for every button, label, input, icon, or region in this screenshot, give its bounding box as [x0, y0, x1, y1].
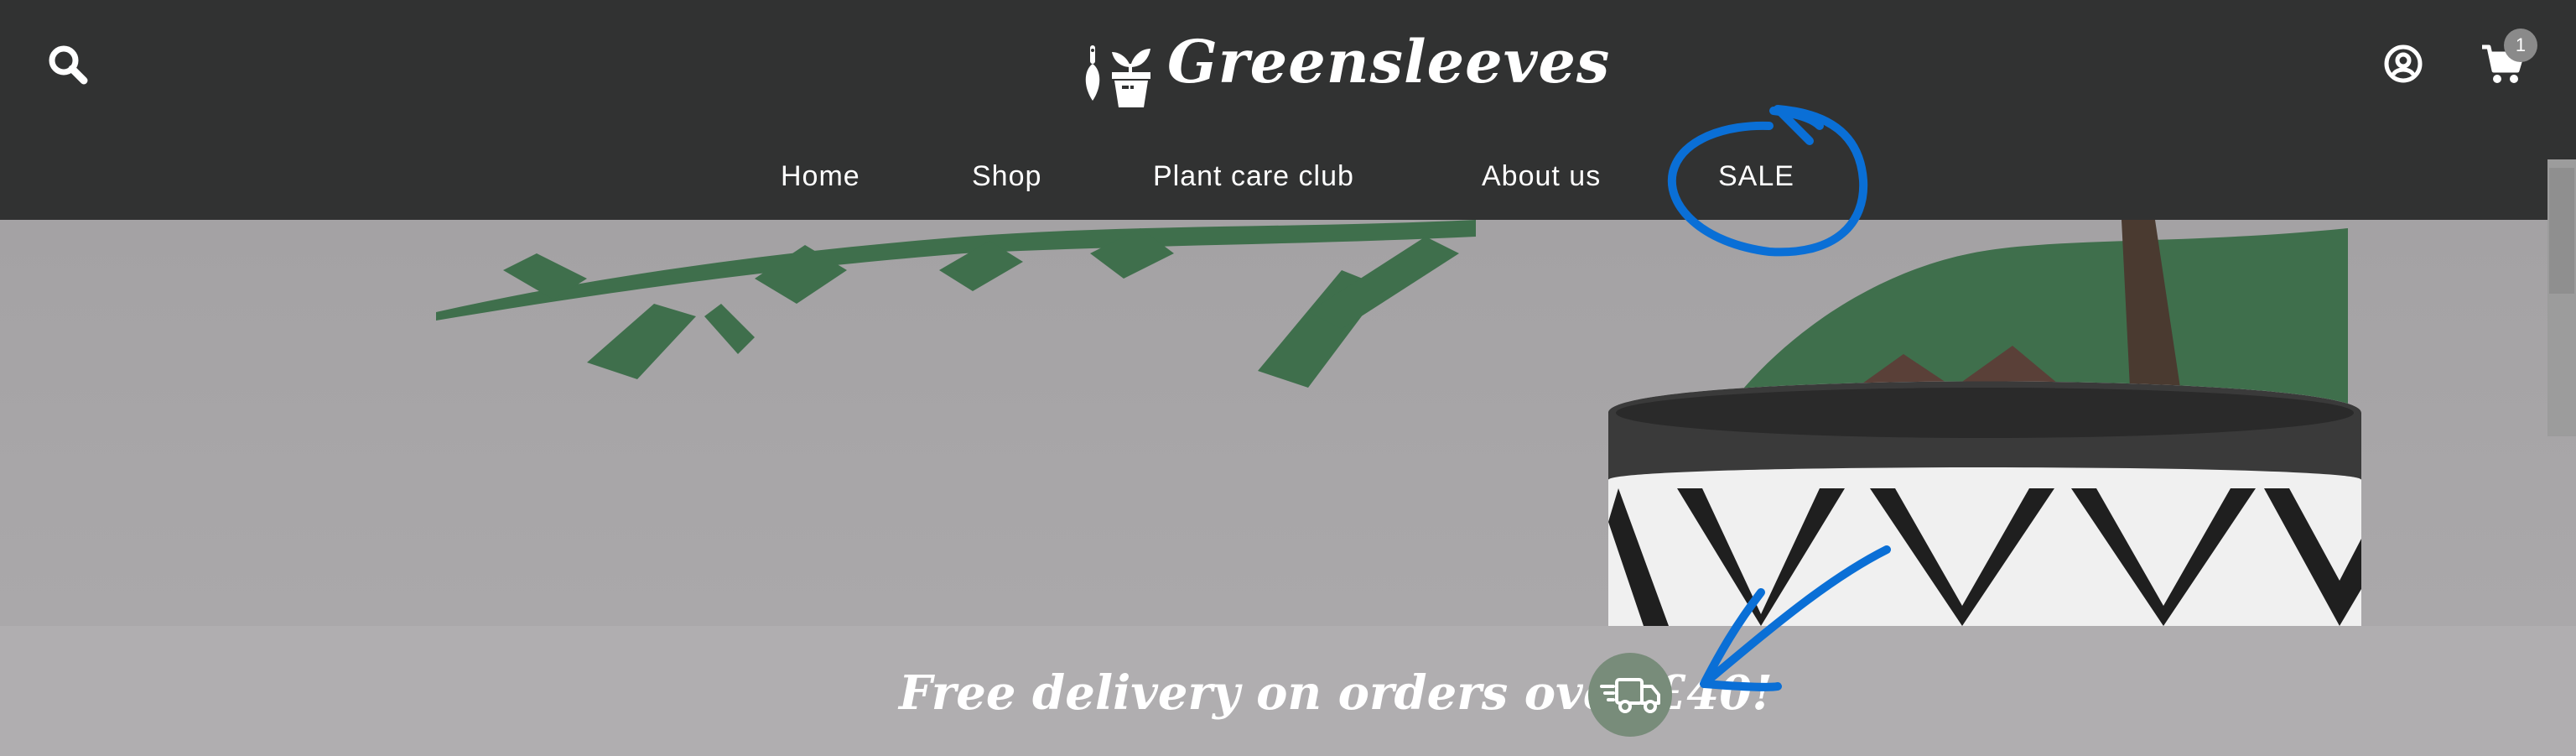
delivery-truck-badge [1588, 653, 1672, 737]
juniper-branch [436, 220, 1476, 388]
nav-home[interactable]: Home [781, 159, 860, 193]
hero-image [0, 220, 2576, 626]
delivery-truck-icon [1600, 678, 1660, 713]
account-button[interactable] [2383, 44, 2423, 84]
plant-illustration [436, 220, 2361, 626]
search-icon [49, 45, 88, 85]
scrollbar-thumb[interactable] [2549, 168, 2574, 294]
site-logo[interactable]: Greensleeves [1078, 27, 1609, 114]
search-button[interactable] [45, 42, 91, 87]
decorative-pot [1608, 381, 2361, 626]
plant-pot-logo-icon [1085, 45, 1150, 107]
nav-shop[interactable]: Shop [972, 159, 1041, 193]
cart-count-badge: 1 [2504, 29, 2537, 62]
brand-name: Greensleeves [1167, 27, 1611, 96]
nav-plant-care-club[interactable]: Plant care club [1153, 159, 1354, 193]
user-circle-icon [2384, 44, 2423, 83]
nav-about-us[interactable]: About us [1482, 159, 1601, 193]
nav-sale[interactable]: SALE [1718, 159, 1794, 193]
